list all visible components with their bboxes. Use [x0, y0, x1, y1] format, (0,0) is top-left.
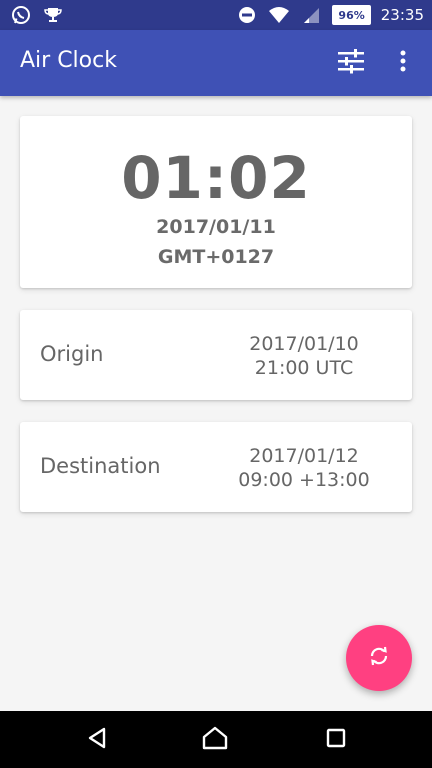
recent-apps-icon: [324, 726, 348, 754]
status-bar-system: 96% 23:35: [236, 4, 424, 26]
back-triangle-icon: [86, 726, 108, 754]
destination-label: Destination: [40, 454, 161, 478]
app-bar-actions: [334, 46, 420, 80]
current-time: 01:02: [121, 144, 311, 212]
refresh-fab[interactable]: [346, 625, 412, 691]
destination-time: 09:00 +13:00: [238, 469, 370, 491]
origin-date: 2017/01/10: [249, 333, 359, 355]
home-icon: [201, 725, 229, 755]
status-bar-time: 23:35: [380, 6, 424, 24]
recent-apps-button[interactable]: [321, 725, 351, 755]
destination-date: 2017/01/12: [249, 445, 359, 467]
do-not-disturb-icon: [236, 4, 258, 26]
origin-label: Origin: [40, 342, 104, 366]
wifi-icon: [268, 4, 290, 26]
origin-time: 21:00 UTC: [254, 357, 354, 379]
current-time-card: 01:02 2017/01/11 GMT+0127: [20, 116, 412, 288]
origin-datetime: 2017/01/10 21:00 UTC: [216, 332, 392, 380]
settings-sliders-button[interactable]: [334, 46, 368, 80]
trophy-icon: [42, 4, 64, 26]
more-vertical-icon: [399, 49, 407, 77]
battery-indicator: 96%: [332, 5, 371, 25]
home-button[interactable]: [200, 725, 230, 755]
sync-icon: [367, 644, 391, 672]
status-bar-notifications: [10, 4, 64, 26]
destination-datetime: 2017/01/12 09:00 +13:00: [216, 444, 392, 492]
overflow-menu-button[interactable]: [386, 46, 420, 80]
app-title: Air Clock: [20, 48, 117, 73]
status-bar: 96% 23:35: [0, 0, 432, 30]
destination-card[interactable]: Destination 2017/01/12 09:00 +13:00: [20, 422, 412, 512]
back-button[interactable]: [82, 725, 112, 755]
whatsapp-icon: [10, 4, 32, 26]
system-navigation-bar: [0, 711, 432, 768]
app-bar: Air Clock: [0, 30, 432, 96]
origin-card[interactable]: Origin 2017/01/10 21:00 UTC: [20, 310, 412, 400]
signal-icon: [300, 4, 322, 26]
tune-sliders-icon: [336, 46, 366, 80]
current-date: 2017/01/11: [156, 216, 276, 238]
current-timezone: GMT+0127: [157, 246, 275, 268]
